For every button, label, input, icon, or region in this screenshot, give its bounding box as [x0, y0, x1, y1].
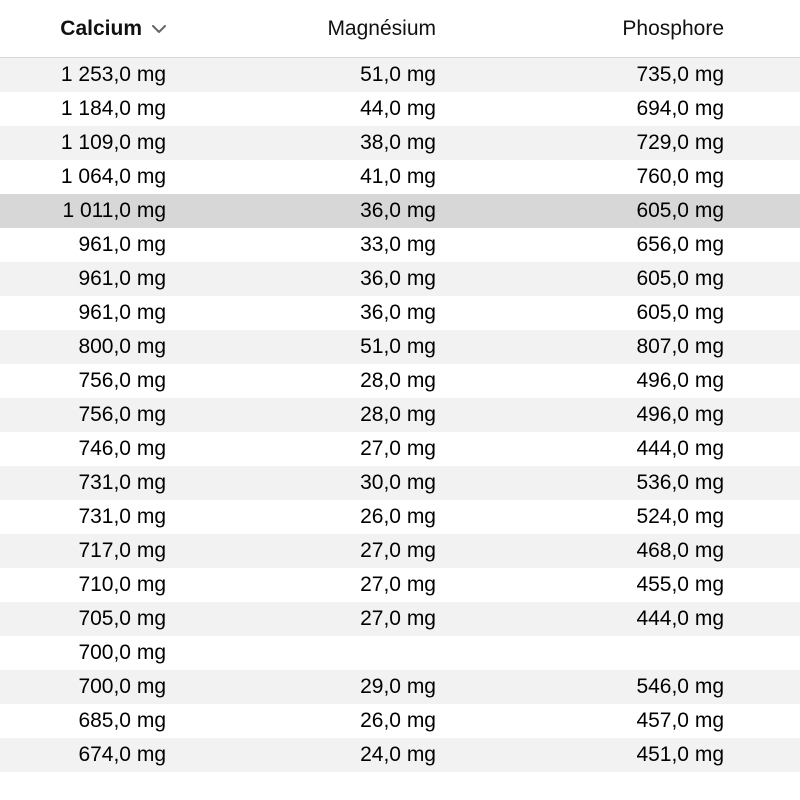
table-body: 1 253,0 mg51,0 mg735,0 mg1 184,0 mg44,0 …	[0, 58, 800, 772]
cell-magnesium[interactable]: 27,0 mg	[230, 539, 486, 563]
cell-magnesium[interactable]: 38,0 mg	[230, 131, 486, 155]
cell-magnesium[interactable]: 36,0 mg	[230, 199, 486, 223]
cell-calcium[interactable]: 700,0 mg	[0, 675, 230, 699]
cell-calcium[interactable]: 961,0 mg	[0, 301, 230, 325]
table-row[interactable]: 700,0 mg29,0 mg546,0 mg	[0, 670, 800, 704]
cell-magnesium[interactable]: 28,0 mg	[230, 369, 486, 393]
cell-phosphore[interactable]: 735,0 mg	[486, 63, 800, 87]
cell-calcium[interactable]: 1 253,0 mg	[0, 63, 230, 87]
cell-phosphore[interactable]: 760,0 mg	[486, 165, 800, 189]
cell-calcium[interactable]: 731,0 mg	[0, 505, 230, 529]
table-row[interactable]: 1 184,0 mg44,0 mg694,0 mg	[0, 92, 800, 126]
cell-magnesium[interactable]: 26,0 mg	[230, 505, 486, 529]
table-row[interactable]: 961,0 mg36,0 mg605,0 mg	[0, 296, 800, 330]
cell-calcium[interactable]: 685,0 mg	[0, 709, 230, 733]
cell-calcium[interactable]: 800,0 mg	[0, 335, 230, 359]
cell-calcium[interactable]: 705,0 mg	[0, 607, 230, 631]
column-header-magnesium[interactable]: Magnésium	[230, 17, 486, 41]
cell-phosphore[interactable]: 444,0 mg	[486, 607, 800, 631]
cell-magnesium[interactable]: 33,0 mg	[230, 233, 486, 257]
table-row[interactable]: 1 109,0 mg38,0 mg729,0 mg	[0, 126, 800, 160]
cell-calcium[interactable]: 1 011,0 mg	[0, 199, 230, 223]
cell-calcium[interactable]: 717,0 mg	[0, 539, 230, 563]
table-row[interactable]: 700,0 mg	[0, 636, 800, 670]
table-row[interactable]: 717,0 mg27,0 mg468,0 mg	[0, 534, 800, 568]
cell-phosphore[interactable]: 605,0 mg	[486, 199, 800, 223]
table-row[interactable]: 746,0 mg27,0 mg444,0 mg	[0, 432, 800, 466]
cell-phosphore[interactable]: 444,0 mg	[486, 437, 800, 461]
cell-magnesium[interactable]: 27,0 mg	[230, 573, 486, 597]
cell-calcium[interactable]: 961,0 mg	[0, 233, 230, 257]
cell-phosphore[interactable]: 605,0 mg	[486, 267, 800, 291]
column-header-phosphore[interactable]: Phosphore	[486, 17, 800, 41]
cell-magnesium[interactable]: 36,0 mg	[230, 301, 486, 325]
cell-calcium[interactable]: 961,0 mg	[0, 267, 230, 291]
table-row[interactable]: 1 253,0 mg51,0 mg735,0 mg	[0, 58, 800, 92]
cell-calcium[interactable]: 674,0 mg	[0, 743, 230, 767]
header-label: Phosphore	[622, 17, 724, 41]
table-row[interactable]: 800,0 mg51,0 mg807,0 mg	[0, 330, 800, 364]
table-row[interactable]: 756,0 mg28,0 mg496,0 mg	[0, 398, 800, 432]
table-row[interactable]: 731,0 mg26,0 mg524,0 mg	[0, 500, 800, 534]
header-label: Magnésium	[327, 17, 436, 41]
cell-calcium[interactable]: 700,0 mg	[0, 641, 230, 665]
cell-phosphore[interactable]: 468,0 mg	[486, 539, 800, 563]
table-row[interactable]: 685,0 mg26,0 mg457,0 mg	[0, 704, 800, 738]
cell-phosphore[interactable]: 455,0 mg	[486, 573, 800, 597]
cell-magnesium[interactable]: 44,0 mg	[230, 97, 486, 121]
table-row[interactable]: 1 064,0 mg41,0 mg760,0 mg	[0, 160, 800, 194]
cell-calcium[interactable]: 746,0 mg	[0, 437, 230, 461]
cell-phosphore[interactable]: 546,0 mg	[486, 675, 800, 699]
cell-calcium[interactable]: 756,0 mg	[0, 403, 230, 427]
table-row[interactable]: 961,0 mg33,0 mg656,0 mg	[0, 228, 800, 262]
cell-calcium[interactable]: 756,0 mg	[0, 369, 230, 393]
cell-magnesium[interactable]: 27,0 mg	[230, 607, 486, 631]
cell-magnesium[interactable]: 29,0 mg	[230, 675, 486, 699]
table-row[interactable]: 1 011,0 mg36,0 mg605,0 mg	[0, 194, 800, 228]
cell-phosphore[interactable]: 451,0 mg	[486, 743, 800, 767]
cell-magnesium[interactable]: 24,0 mg	[230, 743, 486, 767]
cell-phosphore[interactable]: 496,0 mg	[486, 403, 800, 427]
cell-magnesium[interactable]: 41,0 mg	[230, 165, 486, 189]
cell-phosphore[interactable]: 605,0 mg	[486, 301, 800, 325]
table-row[interactable]: 710,0 mg27,0 mg455,0 mg	[0, 568, 800, 602]
chevron-down-icon	[152, 25, 166, 33]
cell-magnesium[interactable]: 26,0 mg	[230, 709, 486, 733]
cell-magnesium[interactable]: 28,0 mg	[230, 403, 486, 427]
cell-magnesium[interactable]: 51,0 mg	[230, 335, 486, 359]
table-row[interactable]: 731,0 mg30,0 mg536,0 mg	[0, 466, 800, 500]
header-label: Calcium	[60, 17, 142, 41]
cell-phosphore[interactable]: 457,0 mg	[486, 709, 800, 733]
table-row[interactable]: 705,0 mg27,0 mg444,0 mg	[0, 602, 800, 636]
column-header-calcium[interactable]: Calcium	[0, 17, 230, 41]
cell-magnesium[interactable]: 27,0 mg	[230, 437, 486, 461]
cell-magnesium[interactable]: 51,0 mg	[230, 63, 486, 87]
table-header: Calcium Magnésium Phosphore	[0, 0, 800, 58]
cell-magnesium[interactable]: 36,0 mg	[230, 267, 486, 291]
cell-phosphore[interactable]: 524,0 mg	[486, 505, 800, 529]
cell-phosphore[interactable]: 807,0 mg	[486, 335, 800, 359]
cell-phosphore[interactable]: 536,0 mg	[486, 471, 800, 495]
cell-calcium[interactable]: 1 184,0 mg	[0, 97, 230, 121]
table-row[interactable]: 674,0 mg24,0 mg451,0 mg	[0, 738, 800, 772]
cell-phosphore[interactable]: 729,0 mg	[486, 131, 800, 155]
cell-calcium[interactable]: 710,0 mg	[0, 573, 230, 597]
cell-calcium[interactable]: 1 064,0 mg	[0, 165, 230, 189]
table-row[interactable]: 756,0 mg28,0 mg496,0 mg	[0, 364, 800, 398]
cell-phosphore[interactable]: 656,0 mg	[486, 233, 800, 257]
cell-calcium[interactable]: 731,0 mg	[0, 471, 230, 495]
table-row[interactable]: 961,0 mg36,0 mg605,0 mg	[0, 262, 800, 296]
cell-magnesium[interactable]: 30,0 mg	[230, 471, 486, 495]
cell-calcium[interactable]: 1 109,0 mg	[0, 131, 230, 155]
cell-phosphore[interactable]: 694,0 mg	[486, 97, 800, 121]
cell-phosphore[interactable]: 496,0 mg	[486, 369, 800, 393]
